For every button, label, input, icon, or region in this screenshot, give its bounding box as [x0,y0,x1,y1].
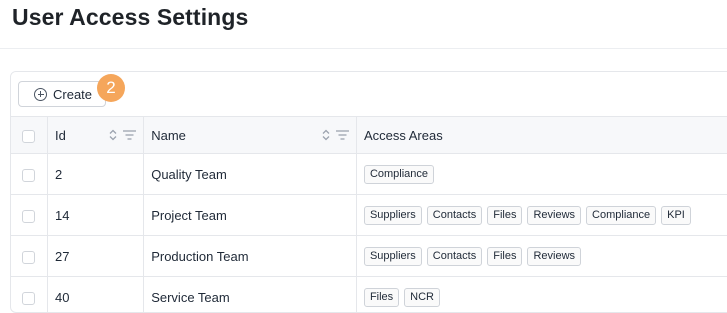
row-checkbox[interactable] [22,292,35,305]
filter-icon[interactable] [336,130,349,140]
access-tag: Compliance [586,206,656,225]
row-checkbox[interactable] [22,251,35,264]
row-id: 27 [47,236,143,277]
column-header-access-label: Access Areas [364,128,443,143]
table-row[interactable]: 14 Project Team Suppliers Contacts Files Re… [11,195,727,236]
access-tag: NCR [404,288,440,307]
row-id: 2 [47,154,143,195]
row-name: Project Team [144,195,357,236]
table-row[interactable]: 27 Production Team Suppliers Contacts File… [11,236,727,277]
access-tag: Compliance [364,165,434,184]
page-title: User Access Settings [12,4,248,31]
sort-icon[interactable] [109,129,117,141]
access-tag: Suppliers [364,247,422,266]
row-checkbox[interactable] [22,169,35,182]
row-id: 14 [47,195,143,236]
column-header-access-areas: Access Areas [356,117,727,154]
step-badge: 2 [97,74,125,102]
access-tag: Reviews [527,206,581,225]
row-select-cell [11,154,47,195]
user-access-table: Id Name [11,116,727,313]
filter-icon[interactable] [123,130,136,140]
table-row[interactable]: 2 Quality Team Compliance [11,154,727,195]
access-tag: Files [364,288,399,307]
row-checkbox[interactable] [22,210,35,223]
create-button[interactable]: Create [18,81,106,107]
create-button-label: Create [53,87,92,102]
row-select-cell [11,236,47,277]
row-name: Production Team [144,236,357,277]
row-name: Quality Team [144,154,357,195]
column-header-name-label: Name [151,128,316,143]
row-access-areas: Suppliers Contacts Files Reviews Compliance K… [356,195,727,236]
column-header-name[interactable]: Name [144,117,357,154]
column-header-id[interactable]: Id [47,117,143,154]
access-tag: KPI [661,206,691,225]
header-divider [0,48,727,49]
sort-icon[interactable] [322,129,330,141]
access-tag: Suppliers [364,206,422,225]
plus-circle-icon [34,88,47,101]
row-access-areas: Suppliers Contacts Files Reviews [356,236,727,277]
select-all-cell [11,117,47,154]
user-access-panel: Create Id [10,71,727,313]
access-tag: Contacts [427,206,482,225]
table-header-row: Id Name [11,117,727,154]
row-access-areas: Compliance [356,154,727,195]
row-select-cell [11,195,47,236]
access-tag: Reviews [527,247,581,266]
access-tag: Files [487,247,522,266]
column-header-id-label: Id [55,128,103,143]
access-tag: Contacts [427,247,482,266]
access-tag: Files [487,206,522,225]
select-all-checkbox[interactable] [22,130,35,143]
